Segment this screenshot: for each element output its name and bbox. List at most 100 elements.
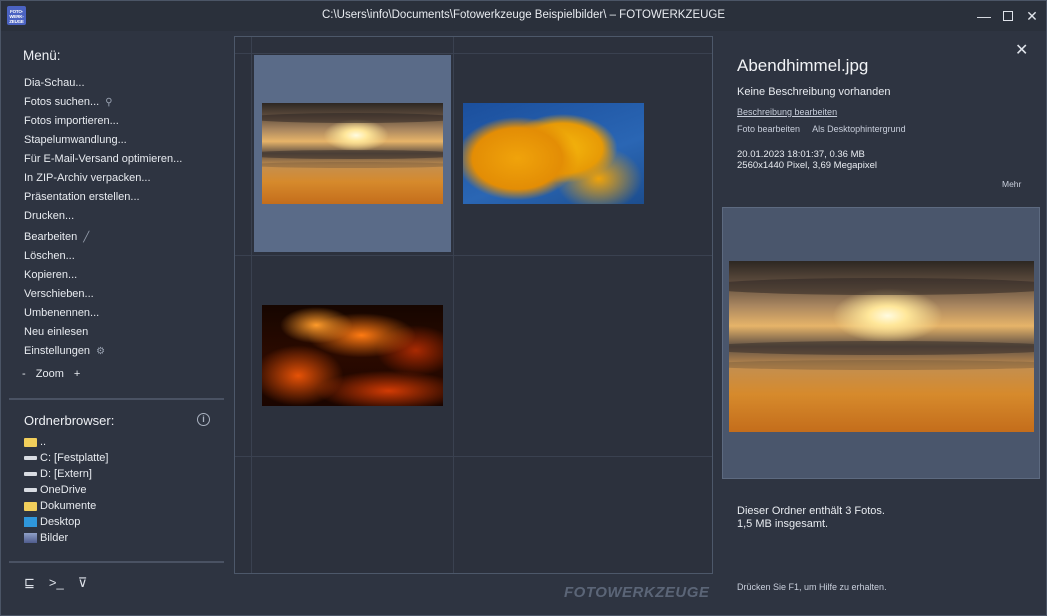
thumbnail-embers[interactable]	[262, 305, 443, 406]
cloud	[729, 278, 1034, 296]
menu-item-delete[interactable]: Löschen...	[24, 250, 182, 269]
sidebar-divider	[9, 561, 224, 563]
cloud	[262, 161, 443, 168]
thumbnail-sunset[interactable]	[262, 103, 443, 204]
file-name: Abendhimmel.jpg	[737, 56, 869, 75]
autumn-tree-image	[463, 103, 644, 204]
folder-list: .. C: [Festplatte] D: [Extern] OneDrive …	[24, 434, 108, 546]
menu-item-batch-convert[interactable]: Stapelumwandlung...	[24, 134, 182, 153]
folder-icon	[24, 501, 37, 511]
cloud	[729, 341, 1034, 356]
menu-item-edit[interactable]: Bearbeiten ╱	[24, 231, 182, 250]
search-icon: ⚲	[105, 97, 113, 108]
menu-item-email-optimize[interactable]: Für E-Mail-Versand optimieren...	[24, 153, 182, 172]
photo-actions: Foto bearbeiten Als Desktophintergrund	[737, 124, 916, 134]
zoom-in-button[interactable]: +	[74, 368, 80, 380]
date-size: 20.01.2023 18:01:37, 0.36 MB	[737, 149, 865, 160]
menu-item-import[interactable]: Fotos importieren...	[24, 115, 182, 134]
menu-item-zip[interactable]: In ZIP-Archiv verpacken...	[24, 172, 182, 191]
folder-item-onedrive[interactable]: OneDrive	[24, 482, 108, 498]
menu-item-label: Dia-Schau...	[24, 77, 85, 89]
menu-item-settings[interactable]: Einstellungen ⚙	[24, 345, 182, 364]
grid-line	[235, 53, 712, 54]
sidebar: Menü: Dia-Schau... Fotos suchen... ⚲ Foto…	[1, 31, 232, 615]
menu-item-label: Verschieben...	[24, 288, 94, 300]
menu-item-move[interactable]: Verschieben...	[24, 288, 182, 307]
details-panel: ✕ Abendhimmel.jpg Keine Beschreibung vor…	[715, 31, 1046, 615]
close-panel-button[interactable]: ✕	[1015, 40, 1028, 60]
file-metadata: 20.01.2023 18:01:37, 0.36 MB 2560x1440 P…	[737, 149, 877, 171]
info-icon[interactable]: i	[197, 413, 210, 426]
window-title: C:\Users\info\Documents\Fotowerkzeuge Be…	[321, 9, 726, 21]
thumbnail-autumn-tree[interactable]	[463, 103, 644, 204]
menu-item-label: Für E-Mail-Versand optimieren...	[24, 153, 183, 165]
preview-sunset-image	[729, 261, 1034, 432]
folder-item-parent[interactable]: ..	[24, 434, 108, 450]
pencil-icon: ╱	[83, 232, 90, 243]
folder-item-d-drive[interactable]: D: [Extern]	[24, 466, 108, 482]
zoom-label: Zoom	[35, 368, 64, 380]
folder-item-documents[interactable]: Dokumente	[24, 498, 108, 514]
sunset-image	[262, 103, 443, 204]
description-text: Keine Beschreibung vorhanden	[737, 86, 891, 98]
menu-item-print[interactable]: Drucken...	[24, 210, 182, 229]
embers-image	[262, 305, 443, 406]
grid-line	[235, 255, 712, 256]
folder-label: OneDrive	[40, 484, 87, 496]
folder-summary: Dieser Ordner enthält 3 Fotos. 1,5 MB in…	[737, 505, 885, 531]
menu-item-label: Umbenennen...	[24, 307, 100, 319]
folder-label: Bilder	[40, 532, 69, 544]
zoom-control: - Zoom +	[22, 368, 87, 380]
menu-item-label: Kopieren...	[24, 269, 78, 281]
thumbnail-grid[interactable]	[234, 36, 713, 574]
folder-item-desktop[interactable]: Desktop	[24, 514, 108, 530]
menu-item-copy[interactable]: Kopieren...	[24, 269, 182, 288]
grid-line	[251, 37, 252, 573]
brand-watermark: FOTOWERKZEUGE	[564, 584, 710, 601]
menu-item-slideshow[interactable]: Dia-Schau...	[24, 77, 182, 96]
menu-item-presentation[interactable]: Präsentation erstellen...	[24, 191, 182, 210]
zoom-out-button[interactable]: -	[22, 368, 26, 380]
pictures-icon	[24, 533, 37, 543]
edit-description-link[interactable]: Beschreibung bearbeiten	[737, 107, 837, 117]
folder-item-c-drive[interactable]: C: [Festplatte]	[24, 450, 108, 466]
more-link[interactable]: Mehr	[1002, 179, 1021, 189]
grid-line	[453, 37, 454, 573]
minimize-button[interactable]: —	[973, 6, 995, 26]
bottom-toolbar: ⊑ >_ ⊽	[24, 575, 87, 591]
close-window-button[interactable]: ✕	[1021, 6, 1043, 26]
menu-item-label: Fotos importieren...	[24, 115, 119, 127]
folder-label: Desktop	[40, 516, 81, 528]
grid-line	[235, 456, 712, 457]
console-icon[interactable]: >_	[49, 575, 64, 591]
menu-item-label: Präsentation erstellen...	[24, 191, 140, 203]
set-wallpaper-link[interactable]: Als Desktophintergrund	[812, 124, 906, 134]
menu-item-label: Drucken...	[24, 210, 75, 222]
menu-item-label: In ZIP-Archiv verpacken...	[24, 172, 151, 184]
folder-item-pictures[interactable]: Bilder	[24, 530, 108, 546]
menu-item-label: Fotos suchen...	[24, 96, 100, 108]
menu-item-search[interactable]: Fotos suchen... ⚲	[24, 96, 182, 115]
menu-item-label: Neu einlesen	[24, 326, 89, 338]
menu-list: Dia-Schau... Fotos suchen... ⚲ Fotos impo…	[24, 77, 182, 364]
cloud	[729, 360, 1034, 371]
tree-view-icon[interactable]: ⊑	[24, 575, 35, 591]
menu-item-reload[interactable]: Neu einlesen	[24, 326, 182, 345]
folder-label: ..	[40, 436, 47, 448]
menu-item-rename[interactable]: Umbenennen...	[24, 307, 182, 326]
maximize-button[interactable]	[997, 6, 1019, 26]
sunset-image	[729, 261, 1034, 432]
folder-total-size: 1,5 MB insgesamt.	[737, 518, 829, 530]
menu-item-label: Bearbeiten	[24, 231, 78, 243]
title-bar[interactable]: FOTO-WERK-ZEUGE C:\Users\info\Documents\…	[1, 1, 1046, 31]
menu-item-label: Stapelumwandlung...	[24, 134, 127, 146]
menu-item-label: Löschen...	[24, 250, 75, 262]
image-preview[interactable]	[722, 207, 1040, 479]
edit-photo-link[interactable]: Foto bearbeiten	[737, 124, 800, 134]
help-hint: Drücken Sie F1, um Hilfe zu erhalten.	[737, 582, 887, 592]
filter-icon[interactable]: ⊽	[78, 575, 88, 591]
menu-heading: Menü:	[23, 48, 61, 63]
sidebar-divider	[9, 398, 224, 400]
folder-label: D: [Extern]	[40, 468, 92, 480]
cloud	[262, 113, 443, 124]
